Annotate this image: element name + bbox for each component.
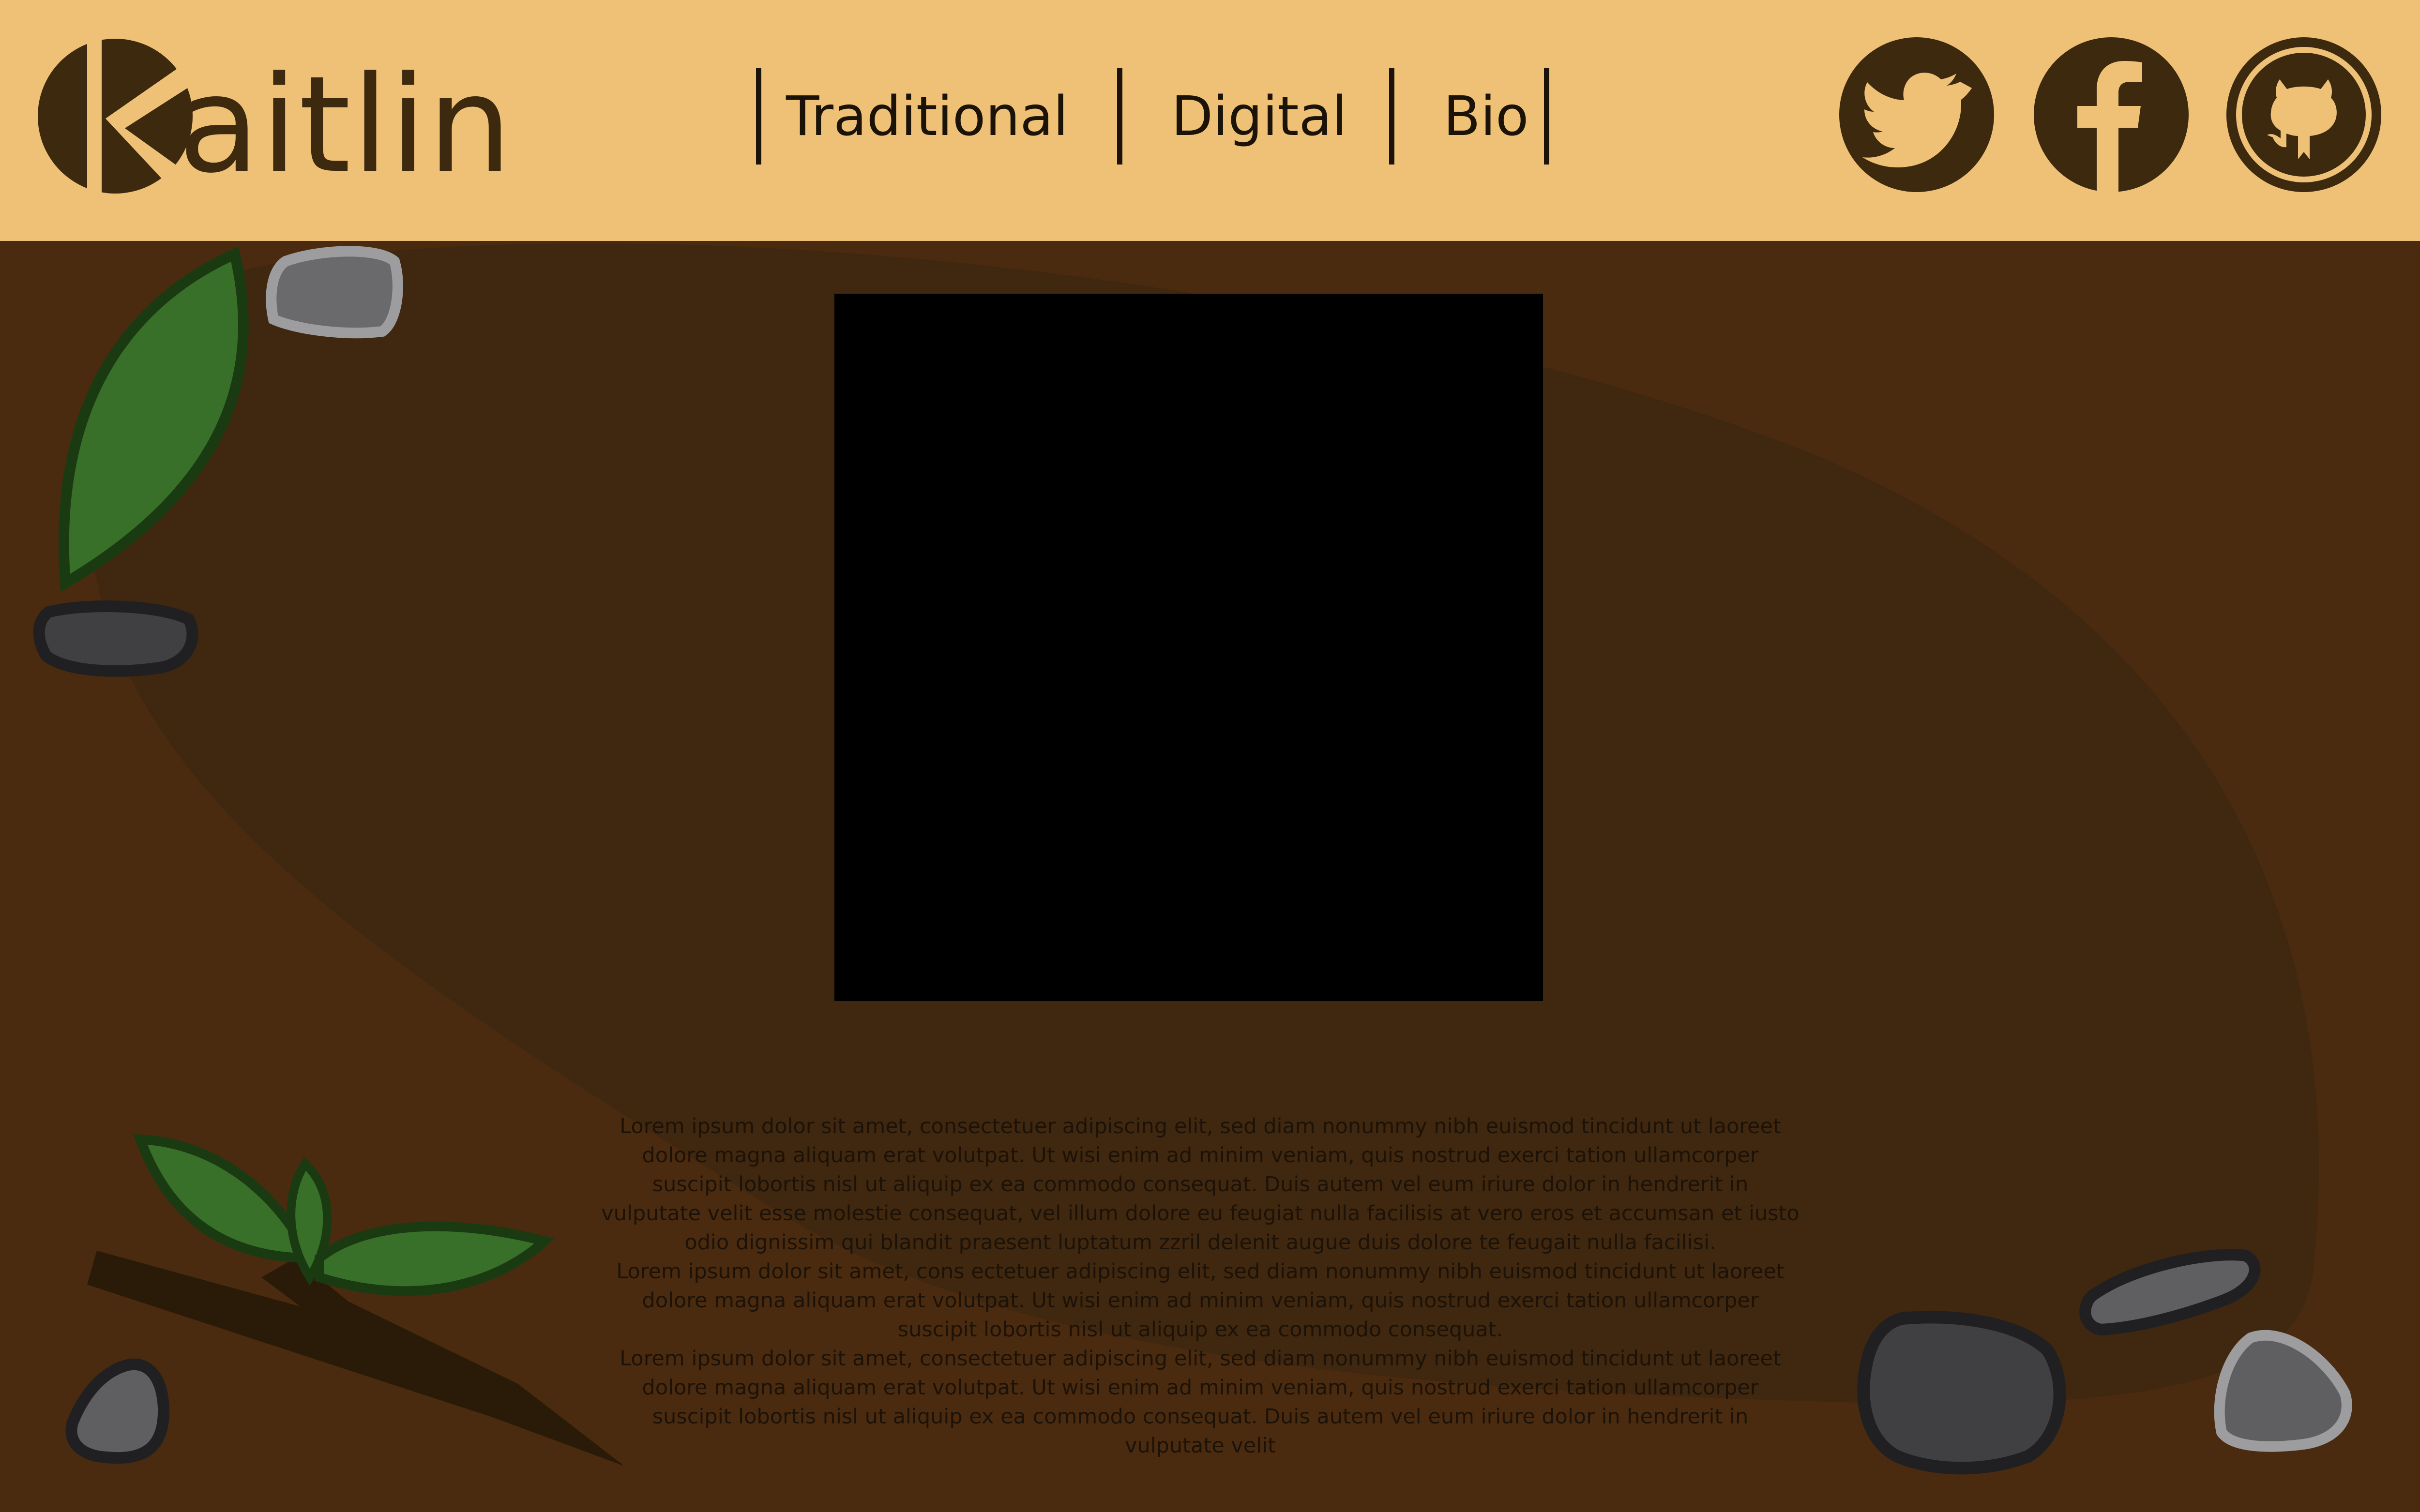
stone-bottom-right-large <box>1857 1311 2066 1475</box>
nav-divider <box>1117 68 1122 165</box>
facebook-link[interactable] <box>2034 36 2189 194</box>
logo[interactable]: aitlin <box>33 34 517 198</box>
paragraph: Lorem ipsum dolor sit amet, cons ectetue… <box>616 1259 1785 1342</box>
site-header: aitlin Traditional Digital Bio <box>0 0 2420 241</box>
leaf-branch-right <box>315 1221 555 1296</box>
twitter-icon <box>1839 37 1994 192</box>
stone-left <box>33 600 198 677</box>
logo-text: aitlin <box>178 47 513 202</box>
body-text: Lorem ipsum dolor sit amet, consectetuer… <box>600 1112 1800 1460</box>
stone-bottom-left <box>65 1358 170 1464</box>
nav-item-traditional[interactable]: Traditional <box>786 85 1068 148</box>
nav-divider <box>756 68 761 165</box>
nav-item-digital[interactable]: Digital <box>1171 85 1347 148</box>
twitter-link[interactable] <box>1839 36 1994 194</box>
logo-k-emblem <box>38 39 197 194</box>
stone-bottom-right-corner <box>2214 1330 2352 1452</box>
stone-top-left <box>266 246 403 339</box>
github-icon <box>2226 37 2381 192</box>
artwork-image-placeholder[interactable] <box>834 294 1543 1001</box>
paragraph: Lorem ipsum dolor sit amet, consectetuer… <box>601 1114 1800 1255</box>
nav-divider <box>1389 68 1394 165</box>
nav-divider <box>1544 68 1549 165</box>
github-link[interactable] <box>2226 36 2381 194</box>
facebook-icon <box>2034 37 2189 194</box>
nav-item-bio[interactable]: Bio <box>1443 85 1528 148</box>
paragraph: Lorem ipsum dolor sit amet, consectetuer… <box>620 1347 1781 1458</box>
leaf-branch-left <box>133 1134 318 1263</box>
